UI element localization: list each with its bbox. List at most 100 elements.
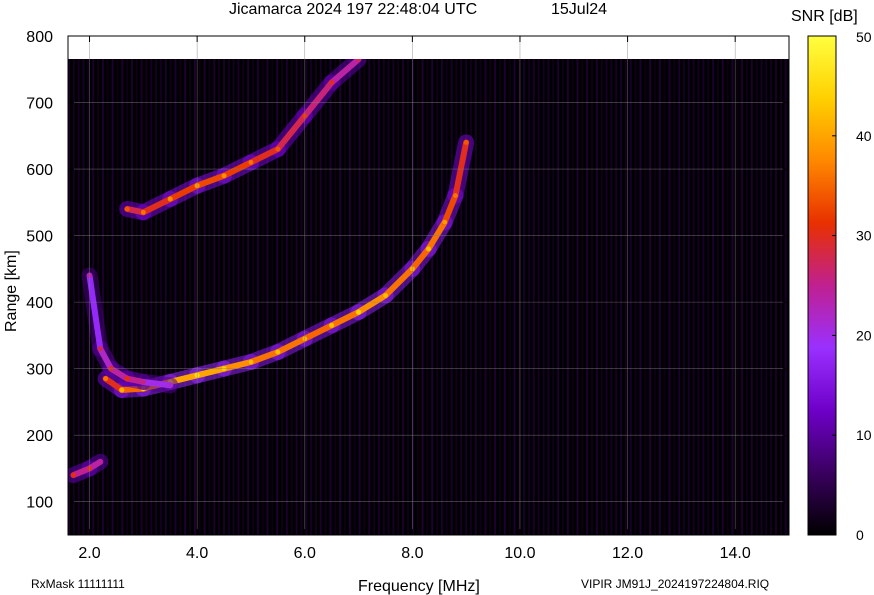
noise-streak	[237, 59, 240, 535]
y-tick-label: 700	[26, 96, 53, 113]
noise-streak	[523, 59, 526, 535]
footer-file: VIPIR JM91J_2024197224804.RIQ	[581, 577, 769, 591]
noise-streak	[261, 59, 264, 535]
y-axis-label: Range [km]	[3, 250, 20, 332]
noise-streak	[169, 59, 172, 535]
noise-streak	[407, 59, 409, 535]
noise-streak	[668, 59, 671, 535]
chart-title: Jicamarca 2024 197 22:48:04 UTC	[229, 1, 477, 18]
noise-streak	[508, 59, 511, 535]
y-tick-label: 200	[26, 428, 53, 445]
ionogram-svg: 2.0 4.0 6.0 8.0 10.0 12.0 14.01002003004005006…	[3, 1, 872, 595]
noise-streak	[324, 59, 327, 535]
noise-streak	[189, 59, 192, 535]
noise-streak	[426, 59, 429, 535]
y-tick-label: 600	[26, 162, 53, 179]
trace-point	[103, 376, 109, 382]
trace-point	[275, 146, 281, 152]
x-tick-label: 10.0	[504, 545, 535, 562]
colorbar-tick-label: 10	[856, 427, 872, 443]
noise-streak	[765, 59, 768, 535]
trace-point	[248, 359, 254, 365]
noise-streak	[663, 59, 666, 535]
x-axis-label: Frequency [MHz]	[358, 578, 480, 595]
noise-streak	[334, 59, 337, 535]
noise-streak	[344, 59, 346, 535]
background-noise	[68, 59, 787, 535]
noise-streak	[305, 59, 308, 535]
noise-streak	[620, 59, 622, 535]
noise-streak	[131, 59, 133, 535]
noise-streak	[455, 59, 458, 535]
trace-point	[452, 193, 458, 199]
noise-streak	[595, 59, 598, 535]
noise-streak	[566, 59, 569, 535]
noise-streak	[469, 59, 472, 535]
noise-streak	[421, 59, 424, 535]
noise-streak	[552, 59, 555, 535]
noise-streak	[116, 59, 119, 535]
noise-streak	[716, 59, 719, 535]
noise-streak	[615, 59, 618, 535]
noise-streak	[440, 59, 443, 535]
noise-streak	[503, 59, 506, 535]
noise-streak	[784, 59, 787, 535]
trace-point	[167, 382, 173, 388]
noise-streak	[72, 59, 75, 535]
noise-streak	[494, 59, 497, 535]
noise-streak	[179, 59, 182, 535]
ionogram-chart: 2.0 4.0 6.0 8.0 10.0 12.0 14.0 100 200 300 400 500 6…	[0, 0, 874, 595]
colorbar: 0 10 20 30 40 50	[807, 29, 872, 543]
x-tick-label: 2.0	[78, 545, 100, 562]
colorbar-tick-label: 20	[856, 327, 872, 343]
noise-streak	[634, 59, 637, 535]
noise-streak	[644, 59, 647, 535]
trace-point	[463, 139, 469, 145]
noise-streak	[416, 59, 419, 535]
noise-streak	[528, 59, 530, 535]
noise-streak	[653, 59, 656, 535]
noise-streak	[460, 59, 463, 535]
y-tick-label: 500	[26, 229, 53, 246]
noise-streak	[600, 59, 603, 535]
colorbar-label: SNR [dB]	[791, 8, 858, 25]
noise-streak	[629, 59, 632, 535]
noise-streak	[683, 59, 685, 535]
noise-streak	[479, 59, 482, 535]
trace-point	[382, 292, 388, 298]
noise-streak	[484, 59, 487, 535]
trace-point	[221, 173, 227, 179]
colorbar-tick-label: 0	[856, 527, 864, 543]
noise-streak	[571, 59, 574, 535]
noise-streak	[770, 59, 773, 535]
colorbar-tick-label: 30	[856, 228, 872, 244]
x-tick-label: 4.0	[186, 545, 208, 562]
trace-point	[329, 80, 335, 86]
colorbar-tick-label: 40	[856, 128, 872, 144]
trace-point	[119, 387, 125, 393]
noise-streak	[218, 59, 221, 535]
noise-streak	[707, 59, 710, 535]
noise-streak	[746, 59, 748, 535]
noise-streak	[397, 59, 400, 535]
noise-streak	[184, 59, 187, 535]
noise-streak	[678, 59, 681, 535]
noise-streak	[232, 59, 235, 535]
noise-streak	[276, 59, 279, 535]
noise-streak	[223, 59, 225, 535]
noise-streak	[547, 59, 550, 535]
noise-streak	[712, 59, 715, 535]
noise-streak	[339, 59, 342, 535]
x-tick-label: 6.0	[294, 545, 316, 562]
noise-streak	[174, 59, 177, 535]
noise-streak	[247, 59, 250, 535]
trace-point	[97, 346, 103, 352]
colorbar-gradient	[807, 35, 837, 536]
noise-streak	[610, 59, 613, 535]
noise-streak	[692, 59, 695, 535]
noise-streak	[760, 59, 763, 535]
noise-streak	[697, 59, 700, 535]
trace-point	[124, 206, 130, 212]
noise-streak	[140, 59, 143, 535]
noise-streak	[750, 59, 753, 535]
